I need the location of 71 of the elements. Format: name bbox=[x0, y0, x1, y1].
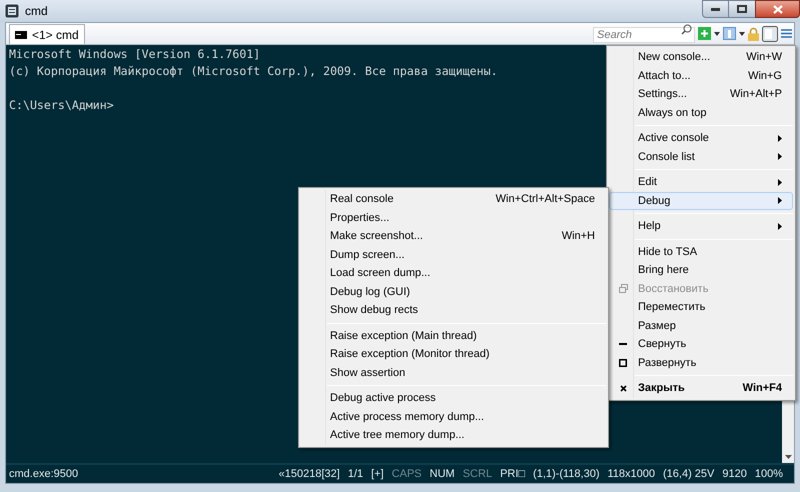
maximize-button[interactable] bbox=[729, 0, 755, 18]
app-icon bbox=[5, 4, 19, 18]
panel-icon[interactable] bbox=[762, 26, 778, 42]
menu-item[interactable]: Размер bbox=[609, 316, 793, 335]
status-item: (16,4) 25V bbox=[663, 466, 714, 482]
status-item: 9120 bbox=[722, 466, 747, 482]
console-prompt: C:\Users\Админ> bbox=[9, 97, 114, 114]
menu-item[interactable]: Развернуть bbox=[609, 354, 793, 372]
status-item: (1,1)-(118,30) bbox=[533, 466, 600, 482]
status-item: 100% bbox=[754, 466, 783, 482]
close-icon bbox=[772, 4, 782, 14]
menu-item[interactable]: Help bbox=[609, 217, 793, 236]
status-item: 118x1000 bbox=[607, 466, 655, 482]
maximize-icon bbox=[619, 358, 627, 367]
menu-icon[interactable] bbox=[781, 28, 792, 39]
search-field[interactable]: Search bbox=[593, 26, 695, 43]
status-item: [+] bbox=[371, 466, 384, 482]
menu-item[interactable]: Always on top bbox=[609, 104, 793, 122]
menu-item[interactable]: Real console Win+Ctrl+Alt+Space bbox=[301, 190, 606, 208]
status-item: CAPS bbox=[392, 466, 422, 482]
submenu-arrow-icon bbox=[778, 153, 782, 160]
menu-item[interactable]: Hide to TSA bbox=[609, 242, 793, 261]
status-text: cmd.exe:9500 bbox=[9, 466, 78, 482]
status-item: «150218[32] bbox=[278, 466, 340, 482]
close-button[interactable] bbox=[755, 0, 800, 18]
menu-item[interactable]: Debug active process bbox=[301, 389, 606, 408]
menu-item[interactable]: Load screen dump... bbox=[301, 264, 606, 282]
menu-item[interactable]: Raise exception (Monitor thread) bbox=[301, 345, 606, 364]
caret-icon[interactable] bbox=[739, 32, 745, 36]
menu-item[interactable]: New console... Win+W bbox=[609, 48, 793, 66]
menu-item[interactable]: Свернуть bbox=[609, 335, 793, 354]
search-icon bbox=[681, 24, 692, 35]
menu-item[interactable]: Attach to... Win+G bbox=[609, 66, 793, 85]
caret-icon[interactable] bbox=[714, 32, 720, 36]
close-icon bbox=[620, 384, 626, 392]
console-line: Microsoft Windows [Version 6.1.7601] bbox=[9, 46, 260, 63]
scroll-down-icon[interactable] bbox=[784, 455, 792, 459]
menu-item[interactable]: Active tree memory dump... bbox=[301, 426, 606, 444]
restore-icon bbox=[618, 284, 628, 294]
submenu-arrow-icon bbox=[778, 222, 782, 230]
submenu-arrow-icon bbox=[778, 134, 782, 142]
menu-item[interactable]: Properties... bbox=[301, 208, 606, 227]
console-tab[interactable]: <1> cmd bbox=[9, 24, 85, 44]
menu-item[interactable]: Make screenshot... Win+H bbox=[301, 227, 606, 246]
menu-item[interactable]: Show assertion bbox=[301, 364, 606, 382]
status-item: PRI□ bbox=[500, 466, 526, 482]
menu-item[interactable]: Show debug rects bbox=[301, 301, 606, 320]
console-line: (c) Корпорация Майкрософт (Microsoft Corp.), 2009. Все права защищены. bbox=[9, 63, 498, 80]
window-title: cmd bbox=[25, 3, 48, 20]
menu-item[interactable]: Debug log (GUI) bbox=[301, 282, 606, 301]
maximize-icon bbox=[737, 5, 747, 13]
status-item: NUM bbox=[430, 466, 455, 482]
menu-item[interactable]: Edit bbox=[609, 173, 793, 192]
submenu-arrow-icon bbox=[778, 197, 782, 204]
minimize-button[interactable] bbox=[702, 0, 729, 18]
status-item: 1/1 bbox=[348, 466, 364, 482]
minimize-icon bbox=[711, 8, 720, 10]
menu-item[interactable]: Settings... Win+Alt+P bbox=[609, 85, 793, 104]
menu-item[interactable]: Active console bbox=[609, 129, 793, 148]
menu-item[interactable]: Debug bbox=[609, 192, 793, 210]
status-item: SCRL bbox=[462, 466, 492, 482]
minimize-icon bbox=[619, 342, 627, 346]
menu-item[interactable]: Raise exception (Main thread) bbox=[301, 326, 606, 345]
menu-item[interactable]: Active process memory dump... bbox=[301, 408, 606, 426]
menu-item[interactable]: Переместить bbox=[609, 298, 793, 316]
submenu-arrow-icon bbox=[778, 178, 782, 186]
menu-item[interactable]: Console list bbox=[609, 148, 793, 166]
menu-item[interactable]: Закрыть Win+F4 bbox=[609, 379, 793, 398]
menu-item[interactable]: Dump screen... bbox=[301, 246, 606, 264]
menu-item[interactable]: Bring here bbox=[609, 261, 793, 280]
console-icon bbox=[15, 30, 27, 38]
